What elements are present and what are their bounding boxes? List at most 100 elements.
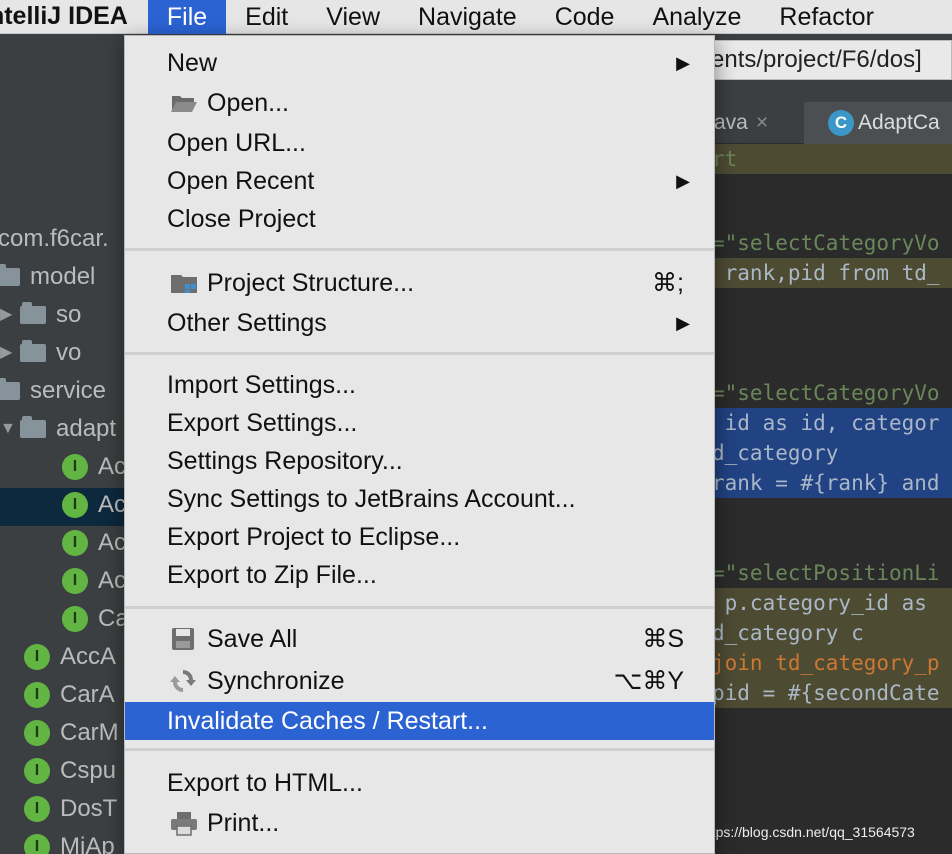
code-line: join td_category_p [700,648,952,678]
menu-item-export-to-zip-file[interactable]: Export to Zip File... [125,556,714,594]
tree-item[interactable]: I Ac [62,448,126,486]
code-line: p.category_id as [700,588,952,618]
menu-navigate[interactable]: Navigate [399,0,536,34]
printer-icon [169,804,199,842]
menu-item-label: Settings Repository... [167,447,403,475]
code-line: ="selectCategoryVo [700,228,952,258]
menu-separator [125,606,714,609]
menu-item-other-settings[interactable]: Other Settings ▶ [125,304,714,342]
tree-item[interactable]: model [0,258,95,296]
tree-item[interactable]: service [0,372,106,410]
tree-item-label: so [56,301,82,328]
editor-tab-java[interactable]: ava × [700,102,800,144]
code-text: join td_category_p [712,651,940,675]
menu-view[interactable]: View [307,0,399,34]
menu-file[interactable]: File [147,0,227,34]
code-text: ="selectCategoryVo [712,381,940,405]
chevron-right-icon[interactable]: ▶ [0,334,14,372]
tree-item[interactable]: I CarM [24,714,119,752]
menu-item-save-all[interactable]: Save All ⌘S [125,620,714,658]
menu-item-import-settings[interactable]: Import Settings... [125,366,714,404]
menu-item-label: Import Settings... [167,371,356,399]
tree-item[interactable]: I CarA [24,676,115,714]
tree-item-label: model [30,263,96,290]
tree-item[interactable]: I Ac [62,524,126,562]
menu-item-sync-settings-to-jetbrains-account[interactable]: Sync Settings to JetBrains Account... [125,480,714,518]
menu-code[interactable]: Code [536,0,634,34]
tree-item[interactable]: ▼ adapt [0,410,116,448]
menu-item-export-settings[interactable]: Export Settings... [125,404,714,442]
menu-item-new[interactable]: New ▶ [125,44,714,82]
editor-tab-label: AdaptCa [858,111,940,134]
folder-icon [0,264,20,286]
project-path-title: ents/project/F6/dos] [700,40,952,80]
editor-tab-label: ava [714,111,748,134]
menu-item-print[interactable]: Print... [125,804,714,842]
interface-icon: I [24,796,50,822]
tree-item[interactable]: I Ac [62,562,126,600]
chevron-right-icon[interactable]: ▶ [0,296,14,334]
menu-item-add-to-favorites[interactable]: Add to Favorites ▶ [125,844,714,853]
tree-item[interactable]: I Ac [62,486,126,524]
menu-item-open[interactable]: Open... [125,84,714,122]
menu-item-open-recent[interactable]: Open Recent ▶ [125,162,714,200]
menu-item-close-project[interactable]: Close Project [125,200,714,238]
menu-item-synchronize[interactable]: Synchronize ⌥⌘Y [125,662,714,700]
tree-item[interactable]: ▶ vo [0,334,81,372]
tree-item-label: DosT [60,795,118,822]
tree-item[interactable]: com.f6car. [0,220,109,258]
code-editor[interactable]: rt ="selectCategoryVo rank,pid from td_ … [700,144,952,854]
menu-item-label: Export Settings... [167,409,358,437]
tree-item[interactable]: I Cspu [24,752,116,790]
menu-item-label: Sync Settings to JetBrains Account... [167,485,576,513]
menu-item-label: Open URL... [167,129,306,157]
menu-item-label: Export to HTML... [167,769,363,797]
menu-item-label: New [167,49,218,77]
editor-tabs: ava × C AdaptCa [700,102,952,144]
folder-icon [20,340,46,362]
app-menu[interactable]: IntelliJ IDEA [0,2,148,31]
tree-item[interactable]: ▶ so [0,296,81,334]
tree-item[interactable]: I MiAp [24,828,115,854]
code-line: pid = #{secondCate [700,678,952,708]
menu-item-open-url[interactable]: Open URL... [125,124,714,162]
code-line: ="selectPositionLi [700,558,952,588]
submenu-arrow-icon: ▶ [676,844,690,853]
tree-item[interactable]: I AccA [24,638,116,676]
menu-edit[interactable]: Edit [226,0,307,34]
menu-item-label: Print... [207,809,280,837]
interface-icon: I [24,834,50,854]
chevron-down-icon[interactable]: ▼ [0,410,16,448]
code-line: d_category [700,438,952,468]
close-icon[interactable]: × [756,111,768,134]
code-text: ="selectCategoryVo [712,231,940,255]
menu-item-label: Invalidate Caches / Restart... [167,707,488,735]
tree-item-label: service [30,377,107,404]
submenu-arrow-icon: ▶ [676,53,690,73]
menu-analyze[interactable]: Analyze [633,0,760,34]
menu-refactor[interactable]: Refactor [760,0,892,34]
menu-item-export-project-to-eclipse[interactable]: Export Project to Eclipse... [125,518,714,556]
menu-separator [125,748,714,751]
menu-item-invalidate-caches-restart[interactable]: Invalidate Caches / Restart... [125,702,714,740]
menu-item-settings-repository[interactable]: Settings Repository... [125,442,714,480]
code-line: rank,pid from td_ [700,258,952,288]
sync-icon [169,662,199,700]
folder-icon [0,378,20,400]
tree-item-label: CarM [60,719,119,746]
code-text: d_category [712,441,839,465]
shortcut-label: ⌘S [642,625,684,653]
menu-item-export-to-html[interactable]: Export to HTML... [125,764,714,802]
menu-item-label: Other Settings [167,309,327,337]
file-menu-dropdown: New ▶ Open... Open URL... Open Recent ▶ Close … [124,35,715,854]
editor-tab-adaptca[interactable]: C AdaptCa [804,102,952,144]
tree-item-label: Ac [98,491,127,518]
tree-item[interactable]: I DosT [24,790,117,828]
menu-item-project-structure[interactable]: Project Structure... ⌘; [125,264,714,302]
tree-item[interactable]: I Ca [62,600,129,638]
code-text: rank,pid from td_ [712,261,940,285]
interface-icon: I [62,606,88,632]
class-icon: C [828,110,854,136]
menu-item-label: Synchronize [207,667,345,695]
code-line: d_category c [700,618,952,648]
